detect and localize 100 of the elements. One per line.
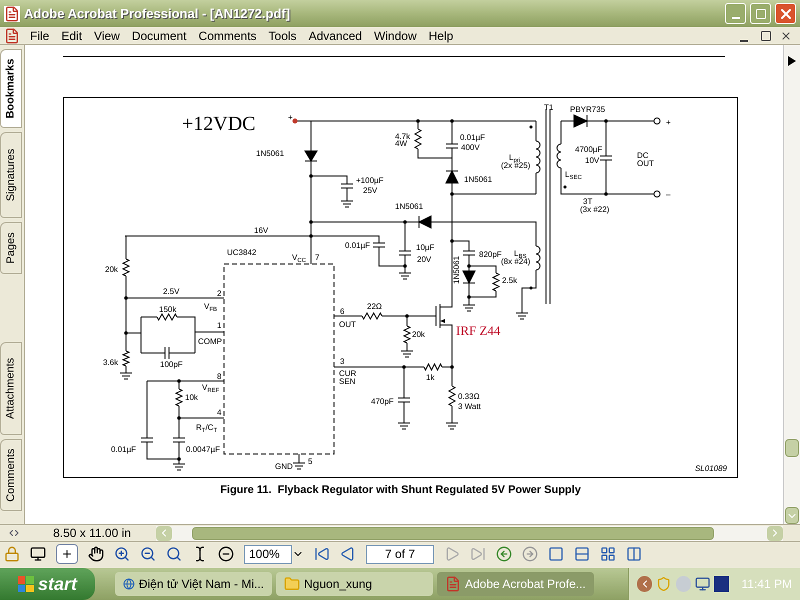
component-label: 1N5061 [464,176,492,184]
component-label: 1 [217,322,222,330]
component-label: 1k [426,374,434,382]
grid-icon[interactable] [600,546,616,562]
component-label: 6 [340,308,344,316]
drawing-id: SL01089 [694,463,727,475]
windows-logo-icon [18,576,34,592]
zoom-field[interactable]: 100% [244,544,292,564]
tray-expand-button[interactable] [637,576,652,592]
clock: 11:41 PM [741,576,792,593]
restore-icon[interactable] [760,30,772,42]
monitor-icon[interactable] [30,546,46,562]
tray-app-icon[interactable] [714,576,730,592]
component-label: COMP [198,338,222,346]
start-button[interactable]: start [0,568,95,600]
side-tab[interactable]: Signatures [0,132,22,218]
component-label: 20k [412,331,425,339]
component-label: 2 [217,290,222,298]
component-label: OUT [339,321,356,329]
scroll-thumb[interactable] [192,526,714,540]
component-label: L$_{pri}$ [509,154,520,162]
document-icon [445,576,461,592]
component-label: 4700µF [575,146,602,154]
component-label: 1N5061 [256,150,284,158]
component-label: 4W [395,140,407,148]
scroll-thumb[interactable] [785,439,799,457]
component-label: 820pF [479,251,502,259]
component-label: 0.0047µF [186,446,220,454]
component-label: (2x #25) [501,162,530,170]
folder-icon [284,576,300,592]
close-icon[interactable] [780,30,792,42]
transistor-label: IRF Z44 [456,324,500,337]
side-tab[interactable]: Pages [0,222,22,274]
first-page-icon[interactable] [314,546,330,562]
side-tab[interactable]: Attachments [0,342,22,435]
page-field[interactable]: 7 of 7 [366,544,434,564]
component-label: +100µF [356,177,384,185]
menu-item[interactable]: Advanced [302,26,368,44]
component-label: 5 [308,458,312,466]
component-label: + [666,119,671,127]
hand-icon[interactable] [88,546,104,562]
component-label: 3 [340,358,344,366]
component-label: 20k [105,266,118,274]
component-label: 3.6k [103,359,118,367]
plus-icon [61,548,73,560]
component-label: DC [637,152,649,160]
component-label: 0.01µF [345,242,370,250]
taskbar-button[interactable]: Nguon_xung [276,572,433,596]
component-label: GND [275,463,293,471]
component-label: 10k [185,394,198,402]
component-label: 3T [583,198,592,206]
taskbar-button[interactable]: Điện tử Việt Nam - Mi... [115,572,272,596]
single-page-icon[interactable] [548,546,564,562]
menu-item[interactable]: File [24,26,56,44]
split-icon[interactable] [8,527,20,539]
minus-icon[interactable] [218,546,234,562]
component-label: SEN [339,378,356,386]
component-label: UC3842 [227,249,256,257]
component-label: 22Ω [367,303,382,311]
facing-icon[interactable] [626,546,642,562]
side-tab[interactable]: Bookmarks [0,49,22,128]
close-button[interactable] [775,3,796,24]
component-label: 7 [315,254,320,262]
component-label: 10µF [416,244,434,252]
scroll-down-button[interactable] [785,507,799,524]
supply-label: +12VDC [182,114,256,134]
previous-page-icon[interactable] [340,546,356,562]
component-label: 16V [254,227,268,235]
back-icon[interactable] [496,546,512,562]
component-label: 4 [217,409,222,417]
menu-item[interactable]: View [88,26,126,44]
page-size: 8.50 x 11.00 in [52,525,132,542]
menu-item[interactable]: Window [368,26,423,44]
component-label: 20V [417,256,432,264]
component-label: 100pF [160,361,183,369]
zoom-out-icon[interactable] [140,546,156,562]
continuous-icon[interactable] [574,546,590,562]
side-tab[interactable]: Comments [0,438,22,512]
component-label: 400V [461,144,480,152]
component-label: L$_{BS}$ [514,250,526,258]
component-label: V$_{CC}$ [292,254,306,262]
document-icon [4,6,20,22]
component-label: L$_{SEC}$ [565,171,582,179]
component-label: 0.01µF [111,446,136,454]
menu-item[interactable]: Document [126,26,193,44]
component-label: V$_{FB}$ [204,303,218,311]
component-label: 8 [217,373,222,381]
menu-item[interactable]: Tools [262,26,303,44]
horizontal-scrollbar[interactable] [156,526,783,540]
menu-item[interactable]: Comments [192,26,263,44]
component-label: 2.5V [163,288,180,296]
component-label: OUT [637,160,654,168]
document-icon [4,28,20,44]
menu-item[interactable]: Edit [55,26,88,44]
search-icon[interactable] [166,546,182,562]
restore-icon [754,8,766,20]
zoom-in-icon[interactable] [114,546,130,562]
add-button[interactable] [56,544,78,564]
menu-item[interactable]: Help [422,26,460,44]
component-label: 0.33Ω [458,393,480,401]
